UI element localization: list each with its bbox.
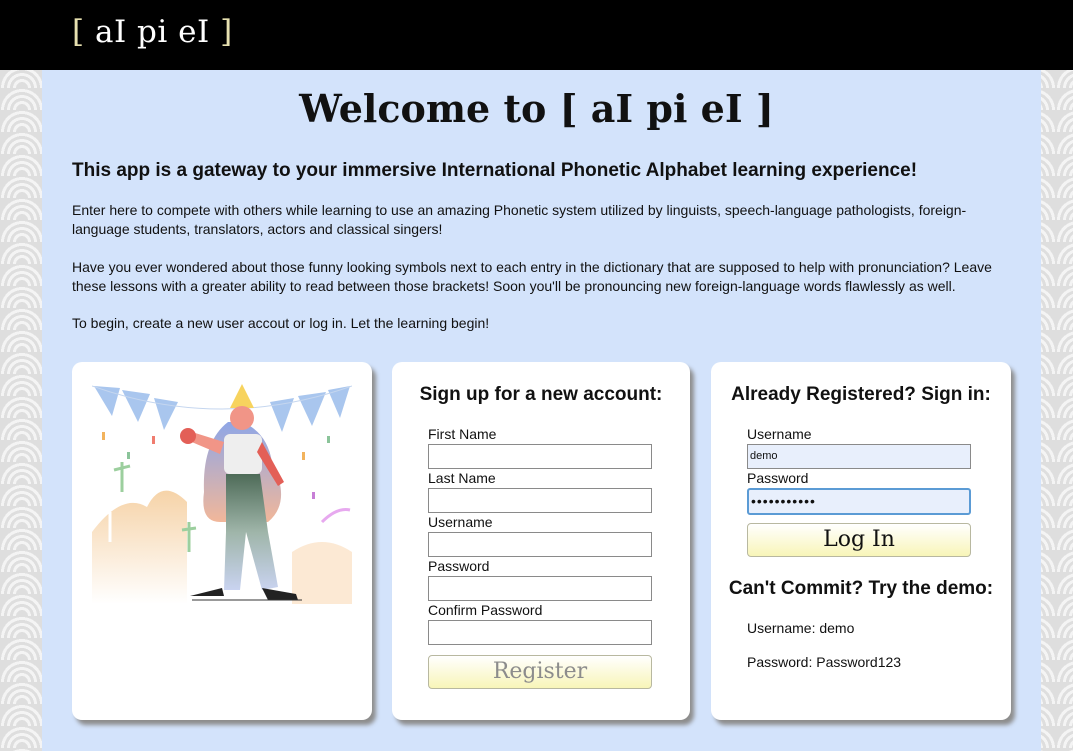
- login-title: Already Registered? Sign in:: [731, 384, 991, 405]
- signup-password-label: Password: [428, 558, 490, 574]
- login-card: Already Registered? Sign in: Username de…: [711, 362, 1011, 720]
- login-password-label: Password: [747, 470, 809, 486]
- last-name-label: Last Name: [428, 470, 496, 486]
- celebration-illustration: [92, 384, 352, 604]
- intro-paragraph-2: Have you ever wondered about those funny…: [72, 259, 992, 294]
- logo-bracket-open: [: [72, 14, 85, 50]
- logo-bracket-close: ]: [220, 14, 233, 50]
- demo-title: Can't Commit? Try the demo:: [728, 578, 994, 599]
- register-button[interactable]: Register: [428, 655, 652, 689]
- login-button[interactable]: Log In: [747, 523, 971, 557]
- signup-card: Sign up for a new account: First Name La…: [392, 362, 690, 720]
- login-username-label: Username: [747, 426, 812, 442]
- demo-password-text: Password: Password123: [747, 654, 902, 670]
- login-password-input[interactable]: •••••••••••: [747, 488, 971, 515]
- confirm-password-label: Confirm Password: [428, 602, 543, 618]
- confirm-password-input[interactable]: [428, 620, 652, 645]
- last-name-input[interactable]: [428, 488, 652, 513]
- intro-paragraph-1: Enter here to compete with others while …: [72, 202, 967, 237]
- first-name-label: First Name: [428, 426, 497, 442]
- signup-password-input[interactable]: [428, 576, 652, 601]
- page-title: Welcome to [ aI pi eI ]: [299, 86, 774, 131]
- signup-username-label: Username: [428, 514, 493, 530]
- signup-username-input[interactable]: [428, 532, 652, 557]
- top-bar: [ aI pi eI ]: [0, 0, 1073, 70]
- intro-heading: This app is a gateway to your immersive …: [72, 160, 918, 181]
- intro-paragraph-3: To begin, create a new user accout or lo…: [72, 315, 490, 331]
- signup-title: Sign up for a new account:: [419, 384, 663, 405]
- illustration-card: [72, 362, 372, 720]
- logo-text: aI pi eI: [84, 14, 221, 50]
- demo-username-text: Username: demo: [747, 620, 855, 636]
- login-username-input[interactable]: demo: [747, 444, 971, 469]
- first-name-input[interactable]: [428, 444, 652, 469]
- app-logo[interactable]: [ aI pi eI ]: [72, 14, 233, 50]
